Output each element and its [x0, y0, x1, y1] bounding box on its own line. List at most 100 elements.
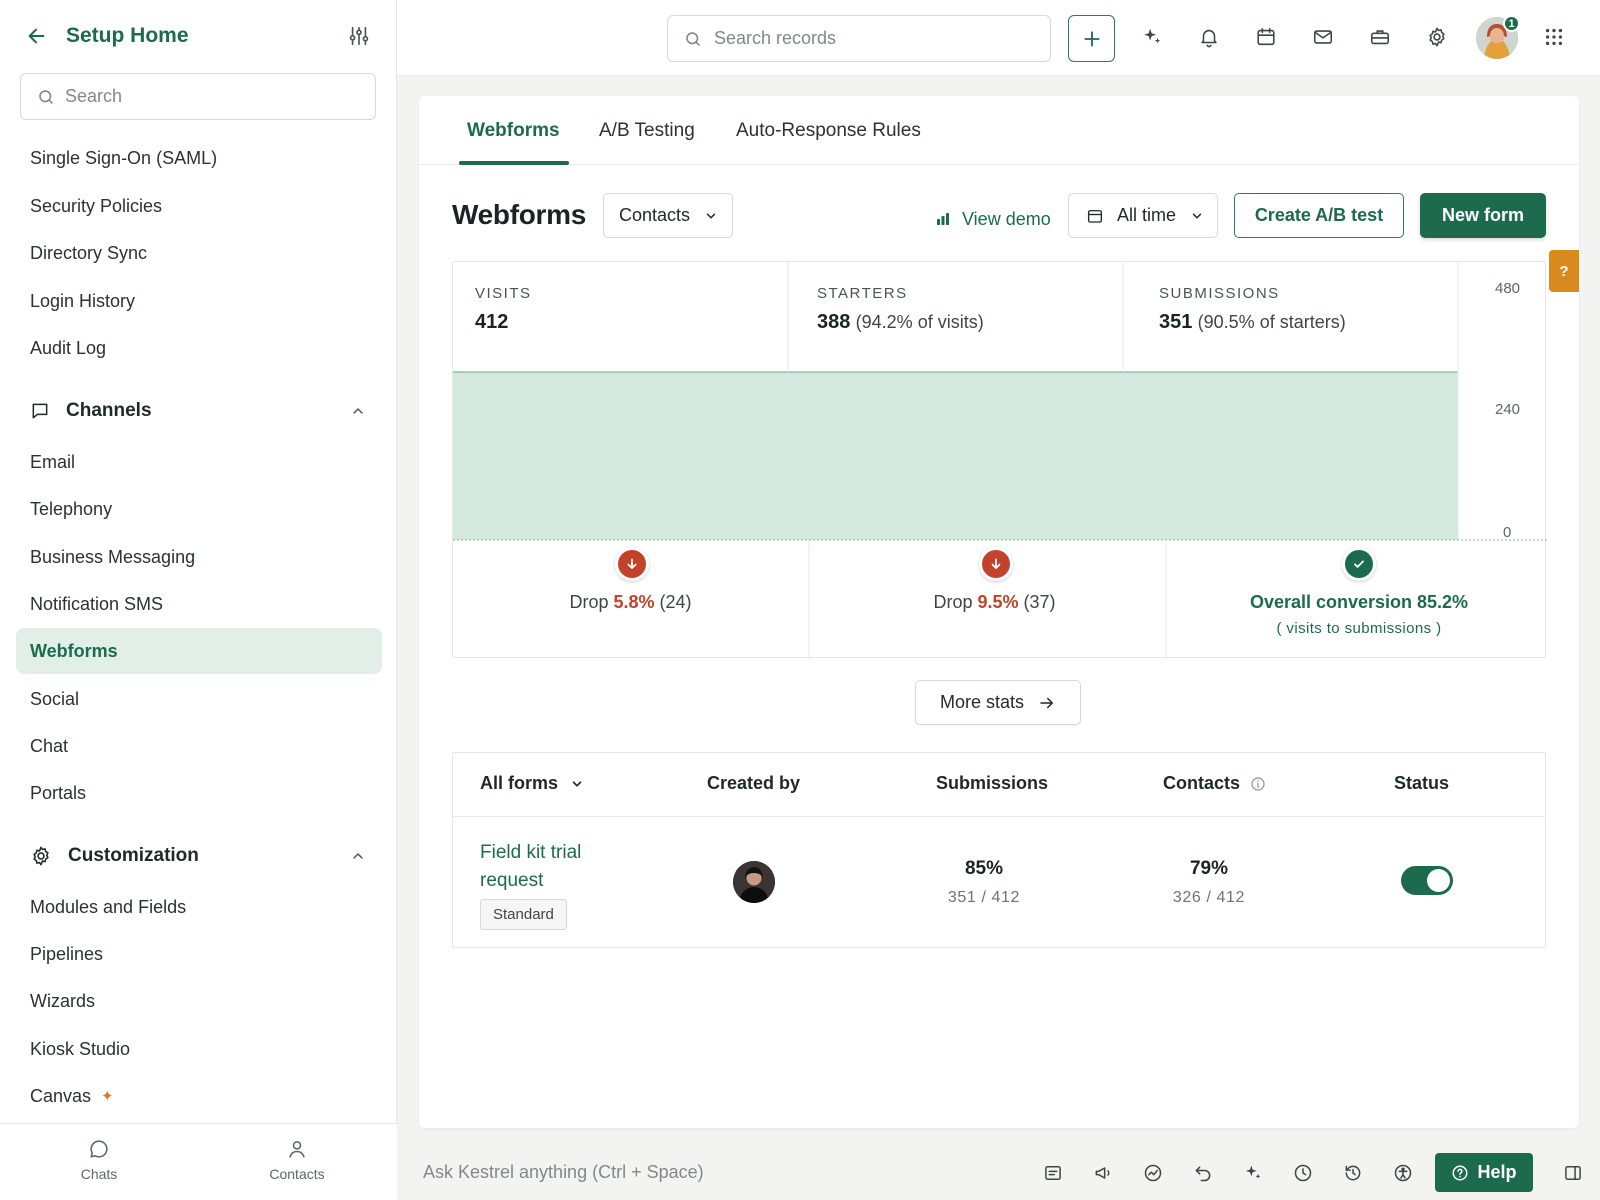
submissions-percent: 85%	[964, 858, 1004, 879]
module-select[interactable]: Contacts	[603, 193, 733, 238]
settings-gear-icon[interactable]	[1426, 26, 1450, 50]
view-demo-link[interactable]: View demo	[934, 204, 1051, 234]
tab-ab-testing[interactable]: A/B Testing	[599, 120, 695, 142]
sidebar-item-modules-fields[interactable]: Modules and Fields	[16, 884, 382, 930]
chevron-up-icon[interactable]	[350, 848, 366, 864]
create-ab-test-button[interactable]: Create A/B test	[1234, 193, 1404, 238]
sidebar-item-telephony[interactable]: Telephony	[16, 486, 382, 532]
tab-webforms[interactable]: Webforms	[467, 120, 560, 142]
sidebar-item-business-messaging[interactable]: Business Messaging	[16, 534, 382, 580]
chevron-up-icon[interactable]	[350, 403, 366, 419]
ask-assistant-input[interactable]: Ask Kestrel anything (Ctrl + Space)	[423, 1162, 704, 1183]
create-button[interactable]	[1068, 15, 1115, 62]
info-icon[interactable]	[1250, 776, 1266, 792]
notes-icon[interactable]	[1043, 1163, 1063, 1183]
chevron-down-icon	[570, 777, 584, 791]
sparkle-ai-icon[interactable]	[1243, 1163, 1263, 1183]
sidebar-item-email[interactable]: Email	[16, 439, 382, 485]
sidebar-item-security-policies[interactable]: Security Policies	[16, 183, 382, 229]
sidebar-item-directory-sync[interactable]: Directory Sync	[16, 230, 382, 276]
calendar-icon[interactable]	[1255, 26, 1279, 50]
drop-prefix: Drop	[569, 592, 609, 612]
drop-count: (24)	[659, 592, 692, 612]
submissions-ratio: 351 / 412	[947, 889, 1021, 906]
sidebar-item-login-history[interactable]: Login History	[16, 278, 382, 324]
clock-icon[interactable]	[1293, 1163, 1313, 1183]
question-circle-icon	[1451, 1164, 1469, 1182]
visits-count: 412	[475, 311, 509, 333]
chat-bubble-icon	[30, 401, 50, 421]
y-axis-tick: 0	[1503, 524, 1512, 541]
funnel-stage-label: SUBMISSIONS	[1159, 285, 1280, 302]
drop-down-arrow-icon	[979, 547, 1013, 581]
y-axis-tick: 480	[1495, 280, 1521, 297]
funnel-stage-value: 388 (94.2% of visits)	[817, 311, 984, 334]
global-search[interactable]	[667, 15, 1051, 62]
sidebar-item-kiosk-studio[interactable]: Kiosk Studio	[16, 1026, 382, 1072]
briefcase-icon[interactable]	[1369, 26, 1393, 50]
overall-conversion-subtitle: ( visits to submissions )	[1276, 620, 1442, 637]
status-toggle[interactable]	[1401, 866, 1453, 895]
time-range-select[interactable]: All time	[1068, 193, 1218, 238]
forms-table: All forms Created by Submissions Contact…	[452, 752, 1546, 948]
bottom-bar: Ask Kestrel anything (Ctrl + Space) Help	[397, 1143, 1600, 1200]
sidebar-item-saml[interactable]: Single Sign-On (SAML)	[16, 135, 382, 181]
sidebar-bottom-nav: Chats Contacts	[0, 1123, 397, 1200]
megaphone-icon[interactable]	[1093, 1163, 1113, 1183]
chat-bubble-icon	[88, 1138, 110, 1160]
conversion-funnel: VISITS 412 STARTERS 388 (94.2% of visits…	[452, 261, 1547, 659]
activity-icon[interactable]	[1143, 1163, 1163, 1183]
sidebar-item-pipelines[interactable]: Pipelines	[16, 931, 382, 977]
funnel-area-submissions	[1123, 372, 1458, 540]
contacts-nav-button[interactable]: Contacts	[242, 1138, 352, 1182]
arrow-right-icon	[1024, 694, 1056, 712]
y-axis-tick: 240	[1495, 401, 1521, 418]
tab-auto-response-rules[interactable]: Auto-Response Rules	[736, 120, 921, 142]
sidebar-item-canvas[interactable]: Canvas ✦	[16, 1073, 382, 1119]
funnel-stage-value: 412	[475, 311, 508, 334]
column-header-status: Status	[1394, 773, 1450, 793]
sidebar-title[interactable]: Setup Home	[66, 24, 189, 48]
sidebar-search[interactable]	[20, 73, 376, 120]
help-side-tab[interactable]: ?	[1549, 250, 1579, 292]
sidebar-header: Setup Home	[26, 22, 370, 50]
sidebar-item-social[interactable]: Social	[16, 676, 382, 722]
help-button[interactable]: Help	[1435, 1153, 1533, 1192]
submissions-count: 351	[1159, 311, 1193, 333]
new-form-button[interactable]: New form	[1420, 193, 1546, 238]
undo-icon[interactable]	[1193, 1163, 1213, 1183]
filter-sliders-icon[interactable]	[348, 25, 370, 47]
sparkle-ai-icon[interactable]	[1141, 26, 1165, 50]
back-arrow-icon[interactable]	[26, 25, 48, 47]
contacts-header-label: Contacts	[1163, 773, 1241, 793]
chats-nav-button[interactable]: Chats	[44, 1138, 154, 1182]
sidebar-item-portals[interactable]: Portals	[16, 770, 382, 816]
drop-down-arrow-icon	[615, 547, 649, 581]
form-name-link[interactable]: Field kit trial request	[480, 839, 640, 895]
starters-count: 388	[817, 311, 851, 333]
sidebar-item-webforms[interactable]: Webforms	[16, 628, 382, 674]
panel-toggle-icon[interactable]	[1563, 1163, 1583, 1183]
sidebar-item-chat[interactable]: Chat	[16, 723, 382, 769]
bell-icon[interactable]	[1198, 26, 1222, 50]
column-header-created-by: Created by	[707, 773, 801, 793]
channels-section-header[interactable]: Channels	[30, 396, 366, 426]
accessibility-icon[interactable]	[1393, 1163, 1413, 1183]
history-icon[interactable]	[1343, 1163, 1363, 1183]
notification-badge: 1	[1503, 15, 1520, 32]
setup-sidebar: Setup Home Single Sign-On (SAML) Securit…	[0, 0, 397, 1200]
all-forms-filter[interactable]: All forms	[480, 773, 584, 794]
sidebar-item-audit-log[interactable]: Audit Log	[16, 325, 382, 371]
mail-icon[interactable]	[1312, 26, 1336, 50]
tab-bar: Webforms A/B Testing Auto-Response Rules	[419, 96, 1579, 165]
more-stats-button[interactable]: More stats	[915, 680, 1081, 725]
sidebar-item-wizards[interactable]: Wizards	[16, 978, 382, 1024]
drop-percent: 5.8%	[613, 592, 655, 612]
sidebar-item-notification-sms[interactable]: Notification SMS	[16, 581, 382, 627]
app-grid-icon[interactable]	[1543, 26, 1567, 50]
page-title: Webforms	[452, 199, 586, 230]
customization-section-header[interactable]: Customization	[30, 841, 366, 871]
sidebar-search-input[interactable]	[65, 86, 355, 107]
column-header-contacts: Contacts	[1163, 773, 1266, 794]
global-search-input[interactable]	[714, 28, 1034, 49]
